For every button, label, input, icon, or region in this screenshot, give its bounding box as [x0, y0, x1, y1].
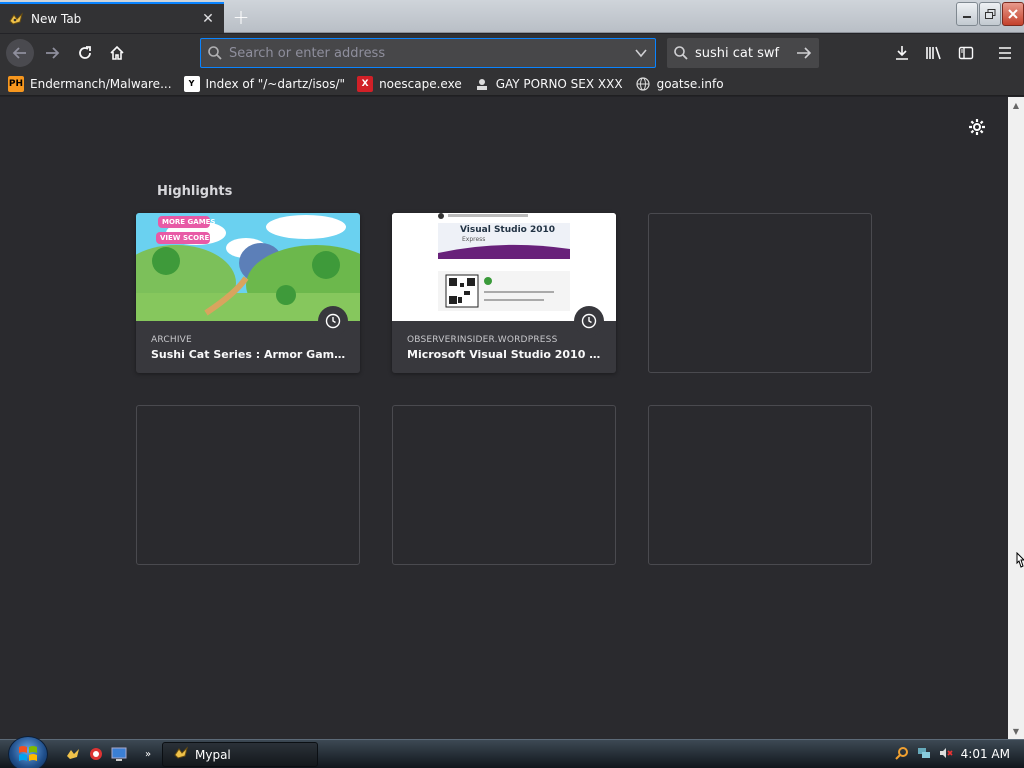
pornhub-favicon-icon: PH	[8, 75, 24, 92]
card-title: Microsoft Visual Studio 2010 Ex...	[407, 348, 603, 361]
network-tray-icon[interactable]	[917, 746, 931, 763]
search-icon	[201, 45, 229, 61]
restore-button[interactable]	[979, 2, 1001, 26]
thumb-text: VIEW SCORES	[160, 234, 215, 242]
empty-highlight-slot	[136, 405, 360, 565]
bookmark-label: goatse.info	[656, 76, 724, 91]
stamp-favicon-icon	[474, 76, 490, 92]
section-title: Highlights	[157, 184, 233, 199]
hamburger-menu-icon	[999, 47, 1011, 59]
tab-title: New Tab	[31, 11, 82, 26]
bookmarks-toolbar: PH Endermanch/Malware... Y Index of "/~d…	[0, 72, 1024, 96]
window-controls	[956, 2, 1024, 26]
scroll-down-icon[interactable]: ▼	[1008, 723, 1024, 739]
clock-icon	[318, 306, 348, 336]
search-value[interactable]: sushi cat swf	[695, 46, 789, 61]
back-button[interactable]	[6, 39, 34, 67]
quicklaunch-network-icon[interactable]	[87, 745, 105, 763]
start-button[interactable]	[8, 736, 48, 768]
bookmark-label: GAY PORNO SEX XXX	[495, 76, 623, 91]
bookmark-label: Endermanch/Malware...	[30, 76, 172, 91]
address-bar[interactable]	[200, 38, 656, 68]
minimize-icon	[963, 16, 971, 18]
clock[interactable]: 4:01 AM	[961, 747, 1010, 761]
bookmark-item[interactable]: goatse.info	[635, 76, 724, 92]
mypal-logo-icon	[8, 11, 24, 27]
menu-button[interactable]	[991, 39, 1019, 67]
clock-icon	[574, 306, 604, 336]
bookmark-item[interactable]: Y Index of "/~dartz/isos/"	[183, 75, 346, 92]
tab-strip: New Tab ✕ +	[0, 0, 1024, 33]
highlight-card[interactable]: Visual Studio 2010 Express OBSERVERINSID…	[392, 213, 616, 373]
mypal-logo-icon	[173, 745, 189, 764]
tab-close-icon[interactable]: ✕	[200, 11, 216, 27]
new-tab-button[interactable]: +	[228, 4, 254, 30]
globe-icon	[635, 76, 651, 92]
customize-button[interactable]	[966, 116, 988, 138]
address-input[interactable]	[229, 45, 627, 61]
card-source: OBSERVERINSIDER.WORDPRESS	[407, 335, 558, 345]
sidebar-button[interactable]	[952, 39, 980, 67]
card-source: ARCHIVE	[151, 335, 192, 345]
vertical-scrollbar[interactable]: ▲ ▼	[1008, 97, 1024, 739]
quicklaunch-mypal-icon[interactable]	[64, 745, 82, 763]
chevron-double-right-icon[interactable]: »	[139, 745, 157, 763]
restore-icon	[984, 9, 995, 19]
bookmark-label: Index of "/~dartz/isos/"	[205, 76, 346, 91]
empty-highlight-slot	[648, 405, 872, 565]
taskbar: » Mypal 4:01 AM	[0, 736, 1024, 768]
reload-button[interactable]	[71, 39, 99, 67]
taskbar-item[interactable]: Mypal	[162, 742, 318, 767]
minimize-button[interactable]	[956, 2, 978, 26]
empty-highlight-slot	[392, 405, 616, 565]
search-tray-icon[interactable]	[894, 746, 909, 763]
windows-logo-icon	[19, 746, 37, 761]
scroll-up-icon[interactable]: ▲	[1008, 97, 1024, 113]
bookmark-item[interactable]: X noescape.exe	[357, 75, 462, 92]
home-icon	[110, 45, 124, 60]
arrow-right-icon	[797, 47, 812, 59]
quicklaunch-desktop-icon[interactable]	[110, 745, 128, 763]
arrow-left-icon	[12, 47, 26, 59]
search-icon	[667, 45, 695, 61]
forward-button[interactable]	[38, 39, 66, 67]
tab-new-tab[interactable]: New Tab ✕	[0, 2, 224, 33]
card-thumbnail: MORE GAMES VIEW SCORES	[136, 213, 360, 321]
ycombinator-favicon-icon: Y	[183, 75, 200, 92]
card-title: Sushi Cat Series : Armor Games :...	[151, 348, 347, 361]
reload-icon	[79, 46, 91, 59]
bookmark-item[interactable]: GAY PORNO SEX XXX	[474, 76, 623, 92]
window-close-button[interactable]	[1002, 2, 1024, 26]
library-button[interactable]	[920, 39, 948, 67]
search-bar[interactable]: sushi cat swf	[667, 38, 819, 68]
taskbar-item-label: Mypal	[195, 747, 231, 762]
gear-icon	[969, 119, 985, 135]
card-thumbnail: Visual Studio 2010 Express	[392, 213, 616, 321]
downloads-button[interactable]	[888, 39, 916, 67]
volume-muted-icon[interactable]	[939, 746, 953, 763]
new-tab-page: Highlights MORE GAMES VIEW SCORES ARCHIV…	[0, 97, 1008, 739]
x-favicon-icon: X	[357, 75, 374, 92]
library-icon	[926, 46, 941, 60]
thumb-text: Express	[462, 236, 486, 243]
download-icon	[896, 46, 908, 60]
bookmark-item[interactable]: PH Endermanch/Malware...	[8, 75, 172, 92]
bookmark-label: noescape.exe	[379, 76, 462, 91]
empty-highlight-slot	[648, 213, 872, 373]
thumb-text: Visual Studio 2010	[460, 225, 556, 235]
nav-toolbar: sushi cat swf	[0, 34, 1024, 72]
sidebar-icon	[958, 46, 974, 60]
mouse-cursor-icon	[1016, 551, 1024, 575]
home-button[interactable]	[103, 39, 131, 67]
search-go-button[interactable]	[789, 45, 819, 61]
thumb-text: MORE GAMES	[162, 218, 216, 226]
window-close-icon	[1008, 9, 1018, 19]
system-tray: 4:01 AM	[884, 740, 1024, 768]
arrow-right-icon	[46, 47, 60, 59]
highlight-card[interactable]: MORE GAMES VIEW SCORES ARCHIVE Sushi Cat…	[136, 213, 360, 373]
chevron-down-icon[interactable]	[627, 46, 655, 60]
